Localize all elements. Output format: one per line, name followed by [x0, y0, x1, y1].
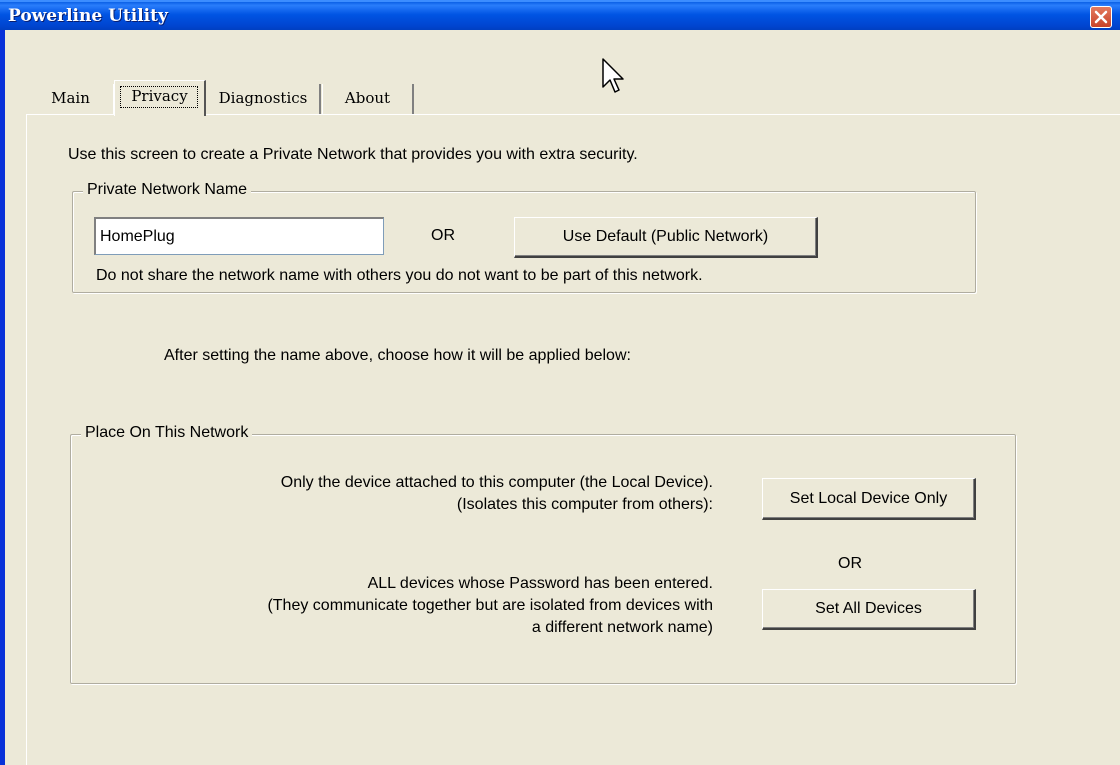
tab-about[interactable]: About	[322, 84, 414, 114]
tab-diagnostics-label: Diagnostics	[218, 89, 308, 107]
tab-diagnostics[interactable]: Diagnostics	[207, 84, 321, 114]
close-icon	[1094, 10, 1108, 24]
use-default-button[interactable]: Use Default (Public Network)	[514, 217, 818, 258]
title-bar[interactable]: Powerline Utility	[0, 0, 1120, 30]
group-legend: Private Network Name	[83, 181, 252, 199]
local-device-description: Only the device attached to this compute…	[280, 474, 713, 491]
group-legend: Place On This Network	[81, 424, 253, 442]
all-devices-note: (They communicate together but are isola…	[267, 597, 713, 614]
or-label: OR	[431, 227, 455, 244]
tab-privacy[interactable]: Privacy	[114, 80, 206, 116]
local-device-note: (Isolates this computer from others):	[456, 496, 713, 513]
use-default-button-label: Use Default (Public Network)	[562, 228, 769, 245]
network-name-input[interactable]	[94, 217, 384, 255]
set-local-device-only-button[interactable]: Set Local Device Only	[762, 478, 976, 520]
tab-main[interactable]: Main	[28, 84, 114, 114]
close-button[interactable]	[1090, 6, 1112, 28]
set-local-device-only-label: Set Local Device Only	[789, 489, 948, 507]
network-name-note: Do not share the network name with other…	[96, 267, 703, 284]
window-title: Powerline Utility	[8, 6, 168, 26]
set-all-devices-button[interactable]: Set All Devices	[762, 589, 976, 630]
all-devices-note-continued: a different network name)	[531, 619, 713, 636]
all-devices-description: ALL devices whose Password has been ente…	[367, 575, 713, 592]
tab-main-label: Main	[51, 89, 90, 107]
window-frame	[0, 0, 5, 765]
tab-about-label: About	[344, 89, 391, 107]
set-all-devices-label: Set All Devices	[815, 600, 922, 617]
apply-instruction: After setting the name above, choose how…	[164, 347, 631, 364]
intro-text: Use this screen to create a Private Netw…	[68, 146, 638, 163]
or-label: OR	[838, 555, 862, 572]
place-on-network-group: Place On This Network	[70, 424, 1016, 684]
tab-privacy-label: Privacy	[131, 87, 188, 105]
mouse-cursor-icon	[602, 58, 624, 93]
